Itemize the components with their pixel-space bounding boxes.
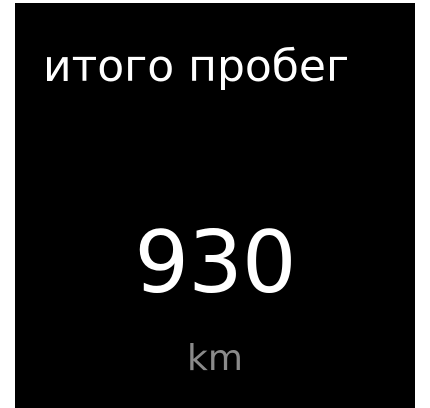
mileage-unit: km bbox=[187, 338, 243, 379]
tile-title: итого пробег bbox=[43, 41, 350, 92]
mileage-value: 930 bbox=[134, 213, 296, 313]
mileage-tile: итого пробег 930 km bbox=[15, 3, 415, 408]
